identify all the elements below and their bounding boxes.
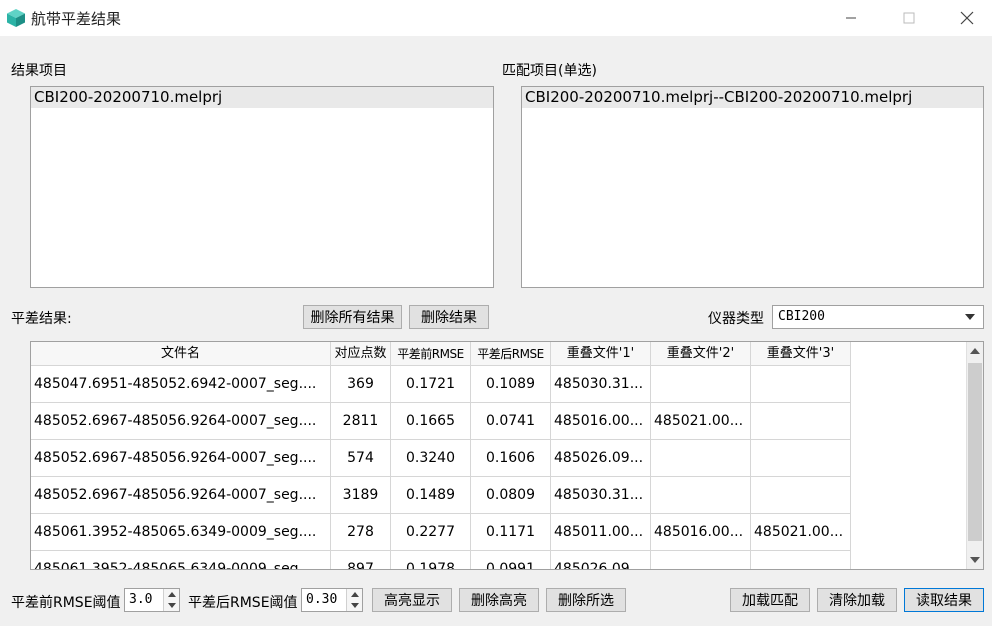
table-cell[interactable]	[651, 477, 751, 513]
table-cell[interactable]: 3189	[331, 477, 391, 513]
title-bar: 航带平差结果	[0, 0, 992, 36]
vertical-scrollbar[interactable]	[966, 342, 983, 569]
table-header: 文件名 对应点数 平差前RMSE 平差后RMSE 重叠文件'1' 重叠文件'2'…	[31, 342, 851, 366]
table-cell[interactable]: 0.0809	[471, 477, 551, 513]
column-header[interactable]: 重叠文件'1'	[551, 342, 651, 366]
rmse-after-label: 平差后RMSE阈值	[188, 595, 298, 611]
adjustment-results-label: 平差结果:	[11, 311, 72, 327]
column-header[interactable]: 平差后RMSE	[471, 342, 551, 366]
table-row[interactable]: 485061.3952-485065.6349-0009_seg.... 278 0…	[31, 514, 851, 551]
close-icon	[960, 11, 974, 25]
table-cell[interactable]	[751, 366, 851, 402]
spinner-arrows-icon[interactable]	[346, 589, 362, 611]
table-cell[interactable]	[651, 440, 751, 476]
scroll-down-icon[interactable]	[970, 557, 980, 563]
delete-result-button[interactable]: 删除结果	[409, 305, 489, 329]
table-cell[interactable]: 485016.00...	[651, 514, 751, 550]
table-cell[interactable]: 0.0741	[471, 403, 551, 439]
table-row[interactable]: 485052.6967-485056.9264-0007_seg.... 3189…	[31, 477, 851, 514]
instrument-type-value: CBI200	[778, 309, 825, 324]
table-cell[interactable]: 0.1665	[391, 403, 471, 439]
delete-all-results-button[interactable]: 删除所有结果	[303, 305, 402, 329]
match-projects-label: 匹配项目(单选)	[502, 63, 597, 79]
window-title: 航带平差结果	[31, 10, 122, 28]
table-cell[interactable]: 0.1089	[471, 366, 551, 402]
table-cell[interactable]	[751, 477, 851, 513]
remove-highlight-button[interactable]: 删除高亮	[459, 588, 539, 612]
table-cell[interactable]: 485052.6967-485056.9264-0007_seg....	[31, 403, 331, 439]
table-body: 485047.6951-485052.6942-0007_seg.... 369 0…	[31, 366, 851, 569]
table-cell[interactable]: 485026.09...	[551, 440, 651, 476]
table-cell[interactable]: 485021.00...	[651, 403, 751, 439]
table-cell[interactable]: 485030.31...	[551, 477, 651, 513]
table-cell[interactable]: 0.3240	[391, 440, 471, 476]
load-match-button[interactable]: 加载匹配	[730, 588, 810, 612]
table-cell[interactable]	[651, 551, 751, 569]
table-cell[interactable]: 278	[331, 514, 391, 550]
cube-icon	[7, 9, 25, 27]
table-cell[interactable]: 0.2277	[391, 514, 471, 550]
column-header[interactable]: 文件名	[31, 342, 331, 366]
scroll-up-icon[interactable]	[970, 348, 980, 354]
table-row[interactable]: 485061.3952-485065.6349-0009_seg.... 897 0…	[31, 551, 851, 569]
list-item[interactable]: CBI200-20200710.melprj--CBI200-20200710.…	[522, 87, 983, 108]
rmse-before-value: 3.0	[129, 592, 153, 607]
result-projects-label: 结果项目	[11, 63, 67, 79]
table-cell[interactable]: 0.1606	[471, 440, 551, 476]
table-cell[interactable]: 897	[331, 551, 391, 569]
column-header[interactable]: 平差前RMSE	[391, 342, 471, 366]
table-cell[interactable]: 574	[331, 440, 391, 476]
close-button[interactable]	[944, 0, 990, 36]
rmse-before-label: 平差前RMSE阈值	[11, 595, 121, 611]
instrument-type-select[interactable]: CBI200	[772, 305, 984, 329]
table-cell[interactable]	[751, 403, 851, 439]
table-cell[interactable]: 485052.6967-485056.9264-0007_seg....	[31, 477, 331, 513]
scroll-thumb[interactable]	[968, 363, 982, 541]
minimize-icon	[846, 17, 856, 19]
table-cell[interactable]: 485047.6951-485052.6942-0007_seg....	[31, 366, 331, 402]
table-cell[interactable]: 369	[331, 366, 391, 402]
table-cell[interactable]: 485026.09...	[551, 551, 651, 569]
maximize-icon	[903, 12, 915, 24]
rmse-after-spinbox[interactable]: 0.30	[301, 588, 363, 612]
table-cell[interactable]: 485016.00...	[551, 403, 651, 439]
table-cell[interactable]: 485061.3952-485065.6349-0009_seg....	[31, 551, 331, 569]
column-header[interactable]: 重叠文件'2'	[651, 342, 751, 366]
column-header[interactable]: 对应点数	[331, 342, 391, 366]
maximize-button[interactable]	[886, 0, 932, 36]
instrument-type-label: 仪器类型	[708, 311, 764, 327]
table-cell[interactable]: 485052.6967-485056.9264-0007_seg....	[31, 440, 331, 476]
table-cell[interactable]	[651, 366, 751, 402]
table-cell[interactable]: 2811	[331, 403, 391, 439]
highlight-button[interactable]: 高亮显示	[372, 588, 452, 612]
table-cell[interactable]	[751, 440, 851, 476]
match-projects-list[interactable]: CBI200-20200710.melprj--CBI200-20200710.…	[521, 86, 984, 288]
table-cell[interactable]: 0.1978	[391, 551, 471, 569]
column-header[interactable]: 重叠文件'3'	[751, 342, 851, 366]
table-cell[interactable]: 485011.00...	[551, 514, 651, 550]
table-cell[interactable]: 485061.3952-485065.6349-0009_seg....	[31, 514, 331, 550]
table-cell[interactable]: 0.0991	[471, 551, 551, 569]
table-cell[interactable]	[751, 551, 851, 569]
table-row[interactable]: 485047.6951-485052.6942-0007_seg.... 369 0…	[31, 366, 851, 403]
minimize-button[interactable]	[828, 0, 874, 36]
list-item[interactable]: CBI200-20200710.melprj	[31, 87, 493, 108]
spinner-arrows-icon[interactable]	[163, 589, 179, 611]
rmse-before-spinbox[interactable]: 3.0	[124, 588, 180, 612]
table-cell[interactable]: 0.1489	[391, 477, 471, 513]
chevron-down-icon	[965, 314, 975, 320]
table-row[interactable]: 485052.6967-485056.9264-0007_seg.... 574 0…	[31, 440, 851, 477]
read-result-button[interactable]: 读取结果	[904, 588, 984, 612]
table-cell[interactable]: 0.1171	[471, 514, 551, 550]
clear-load-button[interactable]: 清除加载	[817, 588, 897, 612]
table-cell[interactable]: 485030.31...	[551, 366, 651, 402]
delete-selected-button[interactable]: 删除所选	[546, 588, 626, 612]
table-cell[interactable]: 0.1721	[391, 366, 471, 402]
table-row[interactable]: 485052.6967-485056.9264-0007_seg.... 2811…	[31, 403, 851, 440]
table-cell[interactable]: 485021.00...	[751, 514, 851, 550]
result-projects-list[interactable]: CBI200-20200710.melprj	[30, 86, 494, 288]
results-table[interactable]: 文件名 对应点数 平差前RMSE 平差后RMSE 重叠文件'1' 重叠文件'2'…	[30, 341, 984, 570]
rmse-after-value: 0.30	[306, 592, 338, 607]
